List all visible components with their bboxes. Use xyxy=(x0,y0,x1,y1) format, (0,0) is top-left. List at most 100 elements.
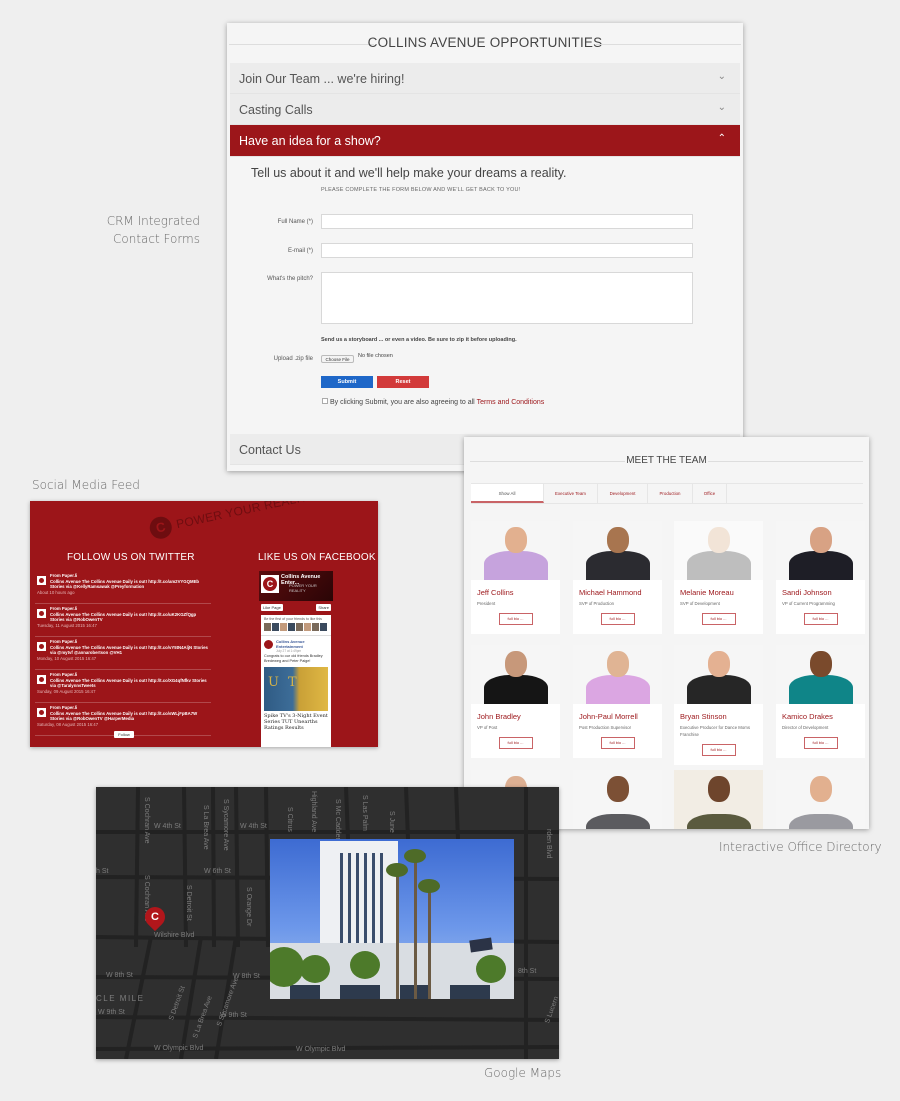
tree xyxy=(476,955,506,983)
chevron-down-icon: ⌄ xyxy=(717,71,726,82)
full-bio-button[interactable]: full bio ... xyxy=(803,737,838,749)
team-card[interactable]: Jeff Collins President full bio ... xyxy=(471,521,560,634)
friend-avatar[interactable] xyxy=(312,623,319,631)
friend-avatar[interactable] xyxy=(304,623,311,631)
street-label: W 4th St xyxy=(240,823,267,830)
tweet[interactable]: From Paper.li Collins Avenue The Collins… xyxy=(35,606,211,637)
email-field[interactable] xyxy=(321,243,693,258)
member-name[interactable]: John Bradley xyxy=(471,704,560,721)
member-role: Director of Development xyxy=(782,725,829,730)
facebook-share-button[interactable]: Share xyxy=(316,604,331,611)
accordion-label: Casting Calls xyxy=(239,103,313,117)
form-tagline: Tell us about it and we'll help make you… xyxy=(251,166,567,180)
team-card[interactable]: Bryan Stinson Executive Producer for Dan… xyxy=(674,645,763,765)
tweet[interactable]: From Paper.li Collins Avenue The Collins… xyxy=(35,672,211,703)
district-label: CLE MILE xyxy=(96,994,145,1003)
terms-link[interactable]: Terms and Conditions xyxy=(477,399,545,406)
facebook-page-header[interactable]: Collins Avenue Enter... POWER YOUR REALI… xyxy=(259,571,333,601)
road xyxy=(134,787,140,948)
reset-button[interactable]: Reset xyxy=(377,376,429,388)
friend-avatar[interactable] xyxy=(264,623,271,631)
full-bio-button[interactable]: full bio ... xyxy=(600,613,635,625)
full-bio-button[interactable]: full bio ... xyxy=(498,613,533,625)
road xyxy=(211,787,216,948)
street-label: S Citrus xyxy=(286,807,293,832)
post-header: Collins Avenue Entertainment July 27 at … xyxy=(261,635,331,653)
member-name[interactable]: Sandi Johnson xyxy=(776,580,865,597)
tab-development[interactable]: Development xyxy=(598,484,648,503)
facebook-like-page-button[interactable]: Like Page xyxy=(261,604,283,611)
caption-maps: Google Maps xyxy=(484,1066,562,1080)
team-filter-tabs: Show All Executive Team Development Prod… xyxy=(471,483,863,504)
friends-prompt: Be the first of your friends to like thi… xyxy=(264,617,322,621)
full-bio-button[interactable]: full bio ... xyxy=(701,744,736,756)
full-name-field[interactable] xyxy=(321,214,693,229)
friend-avatar[interactable] xyxy=(296,623,303,631)
pitch-textarea[interactable] xyxy=(321,272,693,324)
full-bio-button[interactable]: full bio ... xyxy=(600,737,635,749)
accordion-join-our-team[interactable]: Join Our Team ... we're hiring! ⌄ xyxy=(230,63,740,94)
accordion-label: Contact Us xyxy=(239,443,301,457)
accordion-casting-calls[interactable]: Casting Calls ⌄ xyxy=(230,94,740,125)
friend-avatar[interactable] xyxy=(320,623,327,631)
full-bio-button[interactable]: full bio ... xyxy=(803,613,838,625)
tab-show-all[interactable]: Show All xyxy=(471,484,544,503)
tab-office[interactable]: Office xyxy=(693,484,727,503)
tweet[interactable]: From Paper.li Collins Avenue The Collins… xyxy=(35,573,211,604)
tweet-avatar-icon xyxy=(37,609,46,618)
team-card[interactable]: Michael Hammond SVP of Production full b… xyxy=(573,521,662,634)
member-name[interactable]: Bryan Stinson xyxy=(674,704,763,721)
tweet-text: Collins Avenue The Collins Avenue Daily … xyxy=(50,578,200,590)
friend-avatar[interactable] xyxy=(272,623,279,631)
team-card[interactable]: Kamico Drakes Director of Development fu… xyxy=(776,645,865,758)
full-bio-button[interactable]: full bio ... xyxy=(498,737,533,749)
member-name[interactable]: John-Paul Morrell xyxy=(573,704,662,721)
tweet-time: Saturday, 08 August 2015 16:47 xyxy=(37,721,99,727)
team-card[interactable] xyxy=(674,770,763,829)
post-image[interactable]: UT xyxy=(264,667,328,711)
team-card[interactable]: Sandi Johnson VP of Current Programming … xyxy=(776,521,865,634)
palm-tree xyxy=(414,855,417,999)
choose-file-button[interactable]: Choose File xyxy=(321,355,354,363)
tab-production[interactable]: Production xyxy=(648,484,693,503)
team-card[interactable]: Melanie Moreau SVP of Development full b… xyxy=(674,521,763,634)
post-author-logo-icon xyxy=(264,640,273,649)
post-author[interactable]: Collins Avenue Entertainment xyxy=(276,639,326,649)
member-photo xyxy=(776,770,865,829)
team-card[interactable]: John-Paul Morrell Post Production Superv… xyxy=(573,645,662,758)
team-card[interactable] xyxy=(573,770,662,829)
member-name[interactable]: Melanie Moreau xyxy=(674,580,763,597)
member-name[interactable]: Michael Hammond xyxy=(573,580,662,597)
road xyxy=(404,787,410,840)
member-role: SVP of Production xyxy=(579,601,615,606)
twitter-follow-button[interactable]: Follow xyxy=(114,731,134,738)
post-headline[interactable]: Spike TV's 3-Night Event Series TUT Unea… xyxy=(261,711,331,733)
terms-checkbox[interactable] xyxy=(322,398,328,404)
tweet-avatar-icon xyxy=(37,708,46,717)
friend-avatar[interactable] xyxy=(280,623,287,631)
team-header: MEET THE TEAM xyxy=(464,437,869,481)
team-card[interactable]: John Bradley VP of Post full bio ... xyxy=(471,645,560,758)
submit-button[interactable]: Submit xyxy=(321,376,373,388)
tweet-time: Tuesday, 11 August 2015 16:47 xyxy=(37,622,97,628)
tab-executive-team[interactable]: Executive Team xyxy=(544,484,598,503)
full-name-label: Full Name (*) xyxy=(277,219,313,225)
street-label: W 8th St xyxy=(106,972,133,979)
tweet[interactable]: From Paper.li Collins Avenue The Collins… xyxy=(35,639,211,670)
tweet-text: Collins Avenue The Collins Avenue Daily … xyxy=(50,677,207,689)
street-label: Highland Ave xyxy=(310,791,317,833)
tweet-text: Collins Avenue The Collins Avenue Daily … xyxy=(50,644,208,656)
member-name[interactable]: Jeff Collins xyxy=(471,580,560,597)
twitter-feed: From Paper.li Collins Avenue The Collins… xyxy=(35,571,211,736)
google-map[interactable]: W 4th St W 4th St h St W 6th St Wilshire… xyxy=(96,787,559,1059)
accordion-idea-for-show[interactable]: Have an idea for a show? ⌃ xyxy=(230,125,740,157)
street-label: Wilshire Blvd xyxy=(154,932,195,939)
form-subtagline: PLEASE COMPLETE THE FORM BELOW AND WE'LL… xyxy=(321,187,521,193)
full-bio-button[interactable]: full bio ... xyxy=(701,613,736,625)
friend-avatar[interactable] xyxy=(288,623,295,631)
street-label: S Cochran Ave xyxy=(143,797,150,844)
street-label: W 9th St xyxy=(98,1009,125,1016)
member-name[interactable]: Kamico Drakes xyxy=(776,704,865,721)
team-card[interactable] xyxy=(776,770,865,829)
twitter-heading: FOLLOW US ON TWITTER xyxy=(67,552,195,563)
